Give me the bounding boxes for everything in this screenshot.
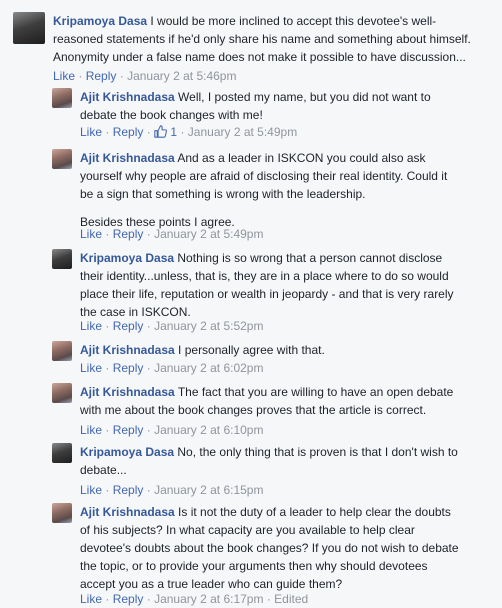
comment-actions: Like · Reply · January 2 at 6:10pm — [80, 422, 263, 438]
author-link[interactable]: Ajit Krishnadasa — [80, 90, 175, 104]
comment-actions: Like · Reply · January 2 at 6:02pm — [80, 360, 263, 376]
comment-actions: Like · Reply · January 2 at 6:15pm — [80, 482, 263, 498]
like-link[interactable]: Like — [53, 69, 75, 83]
reply-link[interactable]: Reply — [113, 423, 144, 437]
comment-actions: Like · Reply · January 2 at 6:17pm · Edi… — [80, 591, 308, 607]
avatar[interactable] — [52, 503, 72, 523]
comment-text-line: yourself why people are afraid of disclo… — [80, 169, 448, 183]
like-link[interactable]: Like — [80, 483, 102, 497]
separator: · — [146, 319, 151, 333]
separator: · — [146, 125, 151, 139]
separator: · — [105, 483, 110, 497]
comment-text-line: No, the only thing that is proven is tha… — [177, 445, 458, 459]
comment-text-line: I would be more inclined to accept this … — [150, 14, 437, 28]
reply-link[interactable]: Reply — [113, 592, 144, 606]
timestamp[interactable]: January 2 at 5:49pm — [188, 125, 297, 139]
reply-link[interactable]: Reply — [113, 361, 144, 375]
thumbs-up-icon — [154, 125, 168, 138]
author-link[interactable]: Ajit Krishnadasa — [80, 151, 175, 165]
edited-label[interactable]: Edited — [274, 592, 308, 606]
timestamp[interactable]: January 2 at 6:10pm — [154, 423, 263, 437]
author-link[interactable]: Ajit Krishnadasa — [80, 343, 175, 357]
like-link[interactable]: Like — [80, 361, 102, 375]
like-link[interactable]: Like — [80, 319, 102, 333]
timestamp[interactable]: January 2 at 5:52pm — [154, 319, 263, 333]
comment-actions: Like · Reply · January 2 at 5:49pm — [80, 226, 263, 242]
author-link[interactable]: Ajit Krishnadasa — [80, 385, 175, 399]
like-count: 1 — [170, 125, 178, 139]
timestamp[interactable]: January 2 at 5:46pm — [127, 69, 236, 83]
comment-text-line: the topic, or to provide your arguments … — [80, 559, 428, 573]
like-link[interactable]: Like — [80, 125, 102, 139]
comment-text-line: be a sign that something is wrong with t… — [80, 187, 366, 201]
like-link[interactable]: Like — [80, 423, 102, 437]
comment-text-line: debate the book changes with me! — [80, 108, 263, 122]
separator: · — [146, 361, 151, 375]
timestamp[interactable]: January 2 at 6:02pm — [154, 361, 263, 375]
comment-text-line: place their life, reputation or wealth i… — [80, 287, 454, 301]
reaction-count[interactable]: 1 — [154, 125, 180, 139]
comment-body: Kripamoya Dasa Nothing is so wrong that … — [80, 249, 454, 321]
separator: · — [105, 423, 110, 437]
separator: · — [146, 483, 151, 497]
avatar[interactable] — [52, 383, 72, 403]
reply-link[interactable]: Reply — [86, 69, 117, 83]
author-link[interactable]: Ajit Krishnadasa — [80, 505, 175, 519]
comment-text-line: Nothing is so wrong that a person cannot… — [177, 251, 443, 265]
comment-text-line: Is it not the duty of a leader to help c… — [178, 505, 451, 519]
comment-text-line: their identity...unless, that is, they a… — [80, 269, 449, 283]
reply-link[interactable]: Reply — [113, 227, 144, 241]
timestamp[interactable]: January 2 at 6:17pm — [154, 592, 263, 606]
separator: · — [105, 227, 110, 241]
avatar[interactable] — [13, 12, 45, 44]
comment-actions: Like · Reply · 1 · January 2 at 5:49pm — [80, 124, 297, 140]
author-link[interactable]: Kripamoya Dasa — [80, 251, 174, 265]
separator: · — [146, 227, 151, 241]
reply-link[interactable]: Reply — [113, 125, 144, 139]
avatar[interactable] — [52, 443, 72, 463]
comment-text-line: debate... — [80, 463, 127, 477]
separator: · — [105, 319, 110, 333]
like-link[interactable]: Like — [80, 227, 102, 241]
avatar[interactable] — [52, 249, 72, 269]
author-link[interactable]: Kripamoya Dasa — [80, 445, 174, 459]
separator: · — [180, 125, 185, 139]
avatar[interactable] — [52, 149, 72, 169]
comment-body: Kripamoya Dasa I would be more inclined … — [53, 12, 471, 66]
timestamp[interactable]: January 2 at 6:15pm — [154, 483, 263, 497]
separator: · — [78, 69, 83, 83]
comment-body: Ajit Krishnadasa Is it not the duty of a… — [80, 503, 459, 593]
comment-text-line: I personally agree with that. — [178, 343, 325, 357]
avatar[interactable] — [52, 341, 72, 361]
comment-body: Ajit Krishnadasa I personally agree with… — [80, 341, 325, 359]
separator: · — [146, 592, 151, 606]
comment-text-line: Well, I posted my name, but you did not … — [178, 90, 431, 104]
comment-body: Kripamoya Dasa No, the only thing that i… — [80, 443, 458, 479]
separator: · — [119, 69, 124, 83]
comment-body: Ajit Krishnadasa The fact that you are w… — [80, 383, 453, 419]
reply-link[interactable]: Reply — [113, 483, 144, 497]
comment-text-line: devotee's doubts about the book changes?… — [80, 541, 459, 555]
like-link[interactable]: Like — [80, 592, 102, 606]
comment-text-line: with me about the book changes proves th… — [80, 403, 427, 417]
separator: · — [105, 592, 110, 606]
separator: · — [105, 125, 110, 139]
separator: · — [146, 423, 151, 437]
comment-text-line: Anonymity under a false name does not ma… — [53, 50, 466, 64]
comment-text-line: reasoned statements if he'd only share h… — [53, 32, 471, 46]
comment-body: Ajit Krishnadasa Well, I posted my name,… — [80, 88, 431, 124]
separator: · — [266, 592, 271, 606]
author-link[interactable]: Kripamoya Dasa — [53, 14, 147, 28]
comment-text-line: of his subjects? In what capacity are yo… — [80, 523, 415, 537]
comment-text-line: And as a leader in ISKCON you could also… — [177, 151, 426, 165]
timestamp[interactable]: January 2 at 5:49pm — [154, 227, 263, 241]
comment-body: Ajit Krishnadasa And as a leader in ISKC… — [80, 149, 447, 231]
reply-link[interactable]: Reply — [113, 319, 144, 333]
comment-actions: Like · Reply · January 2 at 5:52pm — [80, 318, 263, 334]
avatar[interactable] — [52, 88, 72, 108]
comment-actions: Like · Reply · January 2 at 5:46pm — [53, 68, 236, 84]
separator: · — [105, 361, 110, 375]
comment-text-line: The fact that you are willing to have an… — [177, 385, 454, 399]
